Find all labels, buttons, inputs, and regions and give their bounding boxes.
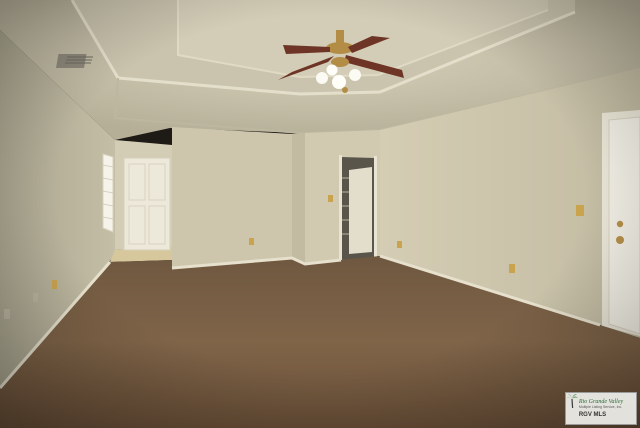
room-photo: Rio Grande Valley Multiple Listing Servi…: [0, 0, 640, 428]
vignette: [0, 0, 640, 428]
mls-watermark: Rio Grande Valley Multiple Listing Servi…: [565, 392, 637, 425]
watermark-mls: RGV MLS: [578, 411, 607, 418]
watermark-subtitle: Multiple Listing Service, Inc.: [578, 405, 623, 410]
room-illustration: [0, 0, 640, 428]
palm-tree-icon: [566, 394, 578, 409]
